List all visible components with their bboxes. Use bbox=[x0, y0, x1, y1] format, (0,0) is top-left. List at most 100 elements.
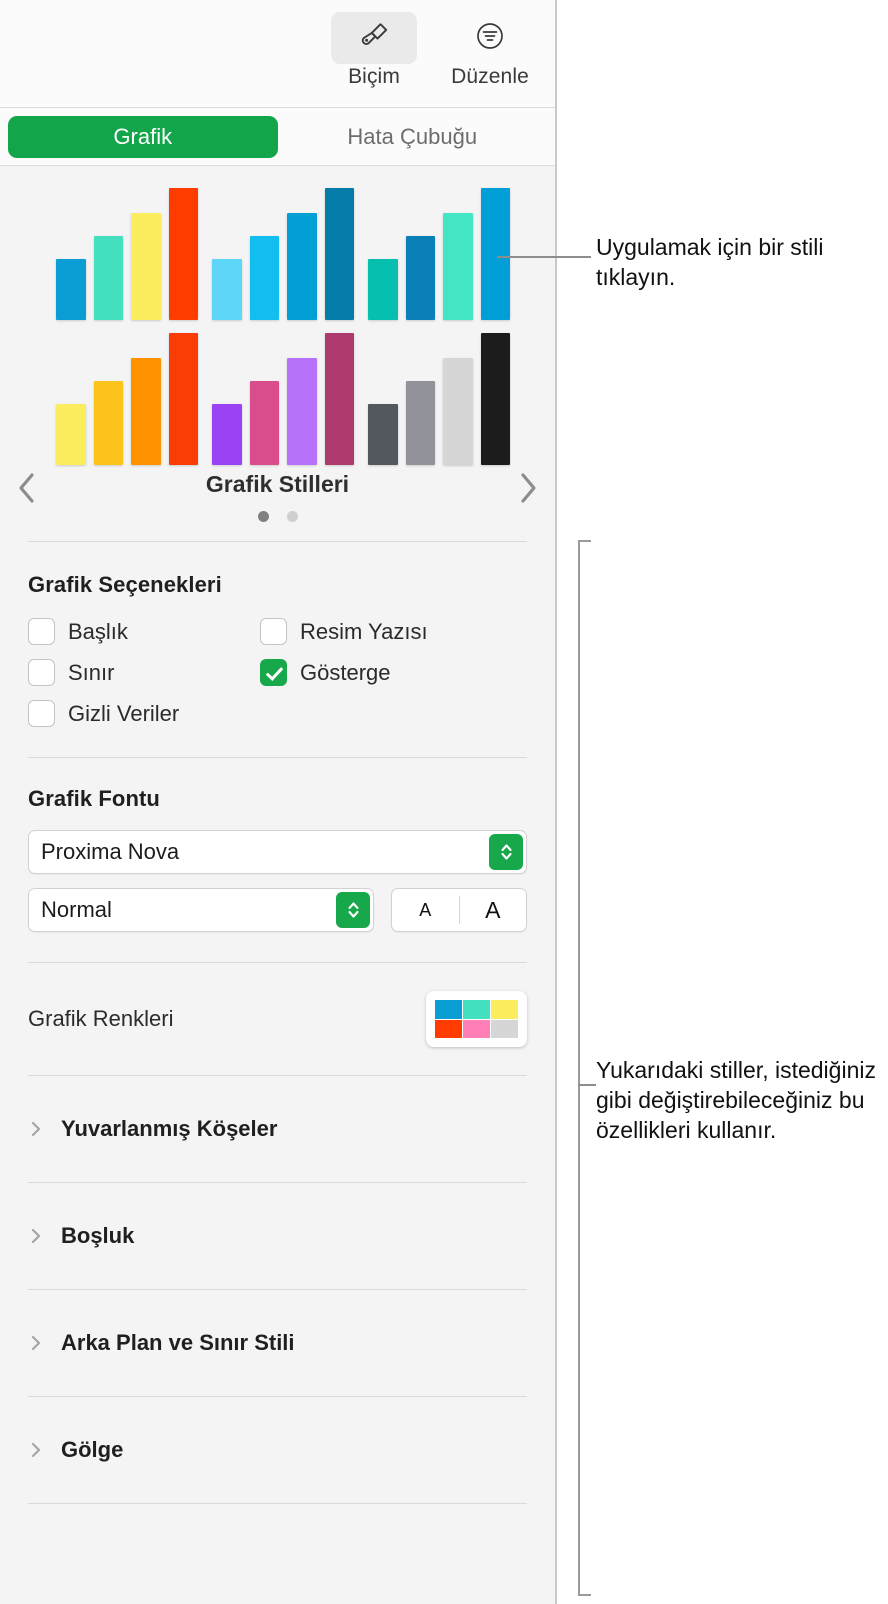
chevron-right-icon bbox=[28, 1332, 44, 1354]
checkbox-sinir[interactable] bbox=[28, 659, 55, 686]
increase-font-size-button[interactable]: A bbox=[460, 889, 527, 931]
checkbox-row-sinir[interactable]: Sınır bbox=[28, 659, 260, 686]
preview-bar bbox=[93, 235, 123, 320]
checkbox-row-resim-yazisi[interactable]: Resim Yazısı bbox=[260, 618, 527, 645]
paintbrush-icon bbox=[356, 18, 392, 59]
chart-colors-label: Grafik Renkleri bbox=[28, 1006, 174, 1031]
checkbox-baslik[interactable] bbox=[28, 618, 55, 645]
checkbox-gosterge[interactable] bbox=[260, 659, 287, 686]
carousel-page-dots bbox=[0, 511, 555, 522]
color-swatch bbox=[435, 1000, 462, 1019]
chart-options-checkbox-grid: Başlık Resim Yazısı Sınır Gösterge Gizli… bbox=[28, 618, 527, 727]
checkbox-resim-yazisi[interactable] bbox=[260, 618, 287, 645]
format-tool-label: Biçim bbox=[348, 65, 400, 88]
chart-colors-section: Grafik Renkleri bbox=[0, 963, 555, 1075]
preview-bar bbox=[443, 213, 473, 320]
chart-style-preview bbox=[212, 188, 354, 320]
checkbox-label-gosterge: Gösterge bbox=[300, 659, 391, 685]
preview-bar bbox=[480, 333, 510, 465]
color-swatch bbox=[491, 1019, 518, 1038]
inspector-toolbar: Biçim Düzenle bbox=[0, 0, 555, 108]
chart-colors-row: Grafik Renkleri bbox=[28, 991, 527, 1047]
edit-lines-circle-icon bbox=[473, 19, 507, 58]
disclosure-yuvarlanmis-koseler[interactable]: Yuvarlanmış Köşeler bbox=[0, 1076, 555, 1182]
preview-bar bbox=[443, 358, 473, 465]
divider bbox=[28, 1503, 527, 1504]
chart-options-title: Grafik Seçenekleri bbox=[28, 572, 222, 597]
preview-bar bbox=[93, 380, 123, 465]
chart-colors-swatch-button[interactable] bbox=[426, 991, 527, 1047]
preview-bar bbox=[212, 404, 242, 465]
disclosure-label: Boşluk bbox=[61, 1223, 135, 1248]
checkbox-row-baslik[interactable]: Başlık bbox=[28, 618, 260, 645]
preview-bar bbox=[131, 358, 161, 465]
checkbox-label-sinir: Sınır bbox=[68, 659, 115, 685]
chart-style-1[interactable] bbox=[56, 188, 201, 320]
preview-bar bbox=[368, 259, 398, 320]
format-inspector-panel: Biçim Düzenle Grafik Hata Çubuğu Grafik … bbox=[0, 0, 557, 1604]
chevron-right-icon bbox=[28, 1118, 44, 1140]
chart-style-2[interactable] bbox=[212, 188, 357, 320]
disclosure-label: Gölge bbox=[61, 1437, 124, 1462]
page-dot-1[interactable] bbox=[257, 511, 269, 522]
chart-style-3[interactable] bbox=[368, 188, 513, 320]
tab-hata-cubugu[interactable]: Hata Çubuğu bbox=[278, 116, 548, 158]
preview-bar bbox=[405, 380, 435, 465]
checkbox-label-baslik: Başlık bbox=[68, 618, 128, 644]
color-swatch bbox=[491, 1000, 518, 1019]
chart-style-6[interactable] bbox=[368, 333, 513, 465]
chart-style-4[interactable] bbox=[56, 333, 201, 465]
preview-bar bbox=[324, 333, 354, 465]
font-size-buttons: A A bbox=[391, 888, 527, 932]
font-family-value: Proxima Nova bbox=[41, 839, 180, 864]
preview-bar bbox=[56, 404, 86, 465]
inspector-tab-bar: Grafik Hata Çubuğu bbox=[0, 108, 555, 166]
format-tool-button[interactable]: Biçim bbox=[322, 12, 426, 89]
callout-bracket bbox=[578, 540, 591, 1596]
color-swatch bbox=[463, 1000, 490, 1019]
chevron-right-icon bbox=[28, 1225, 44, 1247]
tab-grafik[interactable]: Grafik bbox=[8, 115, 278, 158]
color-swatch bbox=[463, 1019, 490, 1038]
decrease-font-size-button[interactable]: A bbox=[392, 889, 459, 931]
preview-bar bbox=[480, 188, 510, 320]
format-tool-chip bbox=[331, 12, 417, 64]
preview-bar bbox=[168, 188, 198, 320]
checkbox-row-gosterge[interactable]: Gösterge bbox=[260, 659, 527, 686]
chevron-updown-icon[interactable] bbox=[336, 892, 370, 928]
chart-style-thumbnail-grid bbox=[56, 188, 510, 465]
edit-tool-button[interactable]: Düzenle bbox=[438, 12, 542, 89]
chart-font-section: Grafik Fontu Proxima Nova Normal A A bbox=[0, 758, 555, 962]
font-style-row: Normal A A bbox=[28, 888, 527, 932]
preview-bar bbox=[249, 235, 279, 320]
checkbox-label-resim-yazisi: Resim Yazısı bbox=[300, 618, 428, 644]
edit-tool-label: Düzenle bbox=[451, 65, 529, 88]
checkbox-row-gizli-veriler[interactable]: Gizli Veriler bbox=[28, 700, 260, 727]
preview-bar bbox=[287, 213, 317, 320]
disclosure-bosluk[interactable]: Boşluk bbox=[0, 1183, 555, 1289]
chevron-right-icon bbox=[28, 1439, 44, 1461]
page-dot-2[interactable] bbox=[286, 511, 298, 522]
chart-style-5[interactable] bbox=[212, 333, 357, 465]
edit-tool-chip bbox=[447, 12, 533, 64]
callout-leader-line-top bbox=[497, 256, 591, 258]
font-family-select[interactable]: Proxima Nova bbox=[28, 830, 527, 874]
checkbox-label-gizli-veriler: Gizli Veriler bbox=[68, 700, 180, 726]
disclosure-golge[interactable]: Gölge bbox=[0, 1397, 555, 1503]
chart-options-section: Grafik Seçenekleri Başlık Resim Yazısı S… bbox=[0, 542, 555, 757]
color-swatch bbox=[435, 1019, 462, 1038]
preview-bar bbox=[405, 235, 435, 320]
callout-leader-line-bottom bbox=[578, 1084, 596, 1086]
chart-style-preview bbox=[212, 333, 354, 465]
chart-style-preview bbox=[368, 333, 510, 465]
disclosure-arka-plan-ve-sinir-stili[interactable]: Arka Plan ve Sınır Stili bbox=[0, 1290, 555, 1396]
preview-bar bbox=[324, 188, 354, 320]
chart-style-preview bbox=[56, 188, 198, 320]
color-swatch-grid bbox=[435, 1000, 518, 1038]
preview-bar bbox=[249, 380, 279, 465]
preview-bar bbox=[131, 213, 161, 320]
font-style-select[interactable]: Normal bbox=[28, 888, 374, 932]
checkbox-gizli-veriler[interactable] bbox=[28, 700, 55, 727]
chevron-updown-icon[interactable] bbox=[489, 834, 523, 870]
chart-style-preview bbox=[368, 188, 510, 320]
